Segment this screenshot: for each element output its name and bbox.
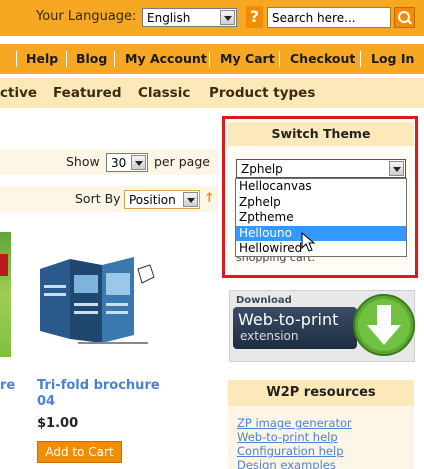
search-icon[interactable] [394,7,415,28]
nav-my-cart[interactable]: My Cart [220,44,275,74]
product-name[interactable]: Tri-fold brochure 04 [37,378,167,410]
per-page-label: per page [154,154,210,169]
divider [16,51,17,67]
download-subtitle: extension [240,329,299,343]
nav-category-product-types[interactable]: Product types [209,78,315,108]
link-web-to-print-help[interactable]: Web-to-print help [237,430,338,444]
sale-tag [0,254,8,276]
language-select[interactable]: English [142,8,237,27]
search-input[interactable]: Search here... [267,7,391,28]
limiter-select[interactable]: 30 [106,153,148,172]
sort-selected-value: Position [129,193,176,207]
product-thumbnail-partial[interactable] [0,232,11,357]
nav-log-in[interactable]: Log In [371,44,414,74]
language-label: Your Language: [36,9,137,24]
language-search-bar: Your Language: English ? Search here... [0,0,424,36]
category-nav: ctive Featured Classic Product types [0,78,424,108]
language-selected-value: English [147,11,191,25]
chevron-down-icon[interactable] [183,192,198,207]
add-to-cart-button[interactable]: Add to Cart [37,441,122,463]
divider [66,51,67,67]
chevron-down-icon[interactable] [131,155,146,170]
nav-checkout[interactable]: Checkout [290,44,355,74]
download-arrow-icon[interactable] [352,293,416,357]
nav-my-account[interactable]: My Account [125,44,207,74]
product-name-partial[interactable]: re [0,378,15,393]
tri-fold-brochure-image [40,257,155,344]
limiter-selected-value: 30 [111,156,127,170]
link-configuration-help[interactable]: Configuration help [237,444,344,458]
nav-blog[interactable]: Blog [76,44,107,74]
w2p-resources-title: W2P resources [228,380,414,406]
link-zp-image-generator[interactable]: ZP image generator [237,416,352,430]
product-image[interactable] [38,255,168,347]
divider [279,51,280,67]
divider [209,51,210,67]
nav-category-active[interactable]: ctive [0,78,37,108]
product-price: $1.00 [37,416,79,431]
help-icon[interactable]: ? [246,6,263,28]
download-label: Download [236,295,292,306]
divider [114,51,115,67]
sort-direction-icon[interactable]: ↑ [204,191,215,206]
highlight-frame [222,116,418,278]
sort-by-label: Sort By [75,191,121,206]
nav-help[interactable]: Help [26,44,58,74]
sort-select[interactable]: Position [124,190,200,209]
show-label: Show [66,154,100,169]
divider [360,51,361,67]
nav-category-classic[interactable]: Classic [138,78,190,108]
account-nav: Help Blog My Account My Cart Checkout Lo… [0,44,424,74]
download-title: Web-to-print [238,310,339,329]
link-design-examples[interactable]: Design examples [237,458,336,469]
chevron-down-icon[interactable] [220,10,235,25]
nav-category-featured[interactable]: Featured [53,78,121,108]
